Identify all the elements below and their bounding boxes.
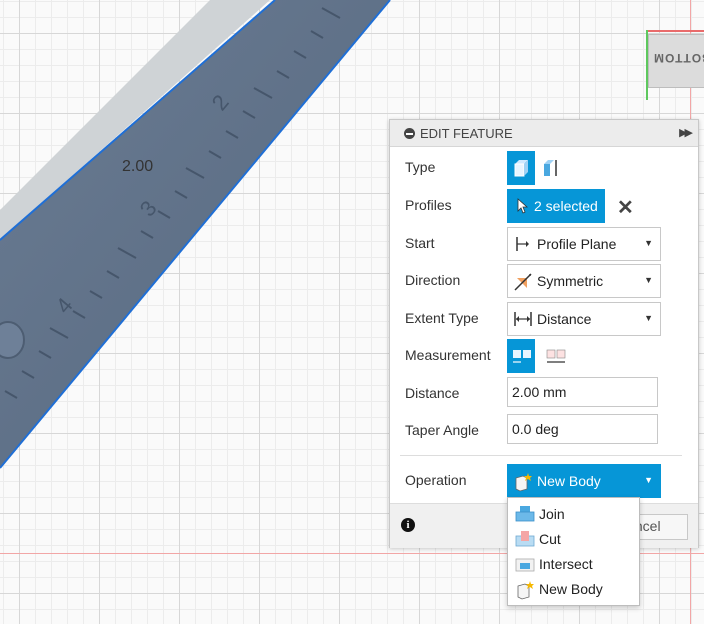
type-label: Type <box>405 159 436 175</box>
cut-icon <box>515 531 535 547</box>
chevron-down-icon: ▼ <box>644 238 653 248</box>
menu-item-label: Join <box>539 506 565 522</box>
measurement-symmetric-half-button[interactable] <box>507 339 535 373</box>
row-type: Type <box>390 151 698 185</box>
viewcube[interactable]: BOTTOM <box>648 34 704 88</box>
row-start: Start Profile Plane ▼ <box>390 227 698 261</box>
extent-type-label: Extent Type <box>405 310 479 326</box>
chevron-down-icon: ▼ <box>644 275 653 285</box>
new-body-icon <box>517 581 534 600</box>
row-measurement: Measurement <box>390 339 698 373</box>
direction-dropdown[interactable]: Symmetric ▼ <box>507 264 661 298</box>
start-label: Start <box>405 235 435 251</box>
expand-panel-icon[interactable]: ▶▶ <box>679 126 693 139</box>
row-direction: Direction Symmetric ▼ <box>390 264 698 298</box>
direction-value: Symmetric <box>537 273 604 289</box>
type-solid-button[interactable] <box>507 151 535 185</box>
direction-label: Direction <box>405 272 461 288</box>
row-taper-angle: Taper Angle <box>390 414 698 448</box>
taper-angle-input[interactable] <box>507 414 658 444</box>
measurement-label: Measurement <box>405 347 491 363</box>
start-value: Profile Plane <box>537 236 617 252</box>
profiles-selection-count: 2 selected <box>534 198 598 214</box>
join-icon <box>515 506 535 522</box>
menu-item-intersect[interactable]: Intersect <box>508 551 639 576</box>
whole-length-icon <box>546 349 566 363</box>
edit-feature-panel: EDIT FEATURE ▶▶ Type Profiles 2 selected… <box>389 119 699 548</box>
menu-item-cut[interactable]: Cut <box>508 526 639 551</box>
row-extent-type: Extent Type Distance ▼ <box>390 302 698 336</box>
solid-extrude-icon <box>514 160 528 177</box>
ruler-hole <box>0 321 25 359</box>
extent-type-dropdown[interactable]: Distance ▼ <box>507 302 661 336</box>
panel-header[interactable]: EDIT FEATURE ▶▶ <box>390 120 698 147</box>
profiles-selection-button[interactable]: 2 selected <box>507 189 605 223</box>
clear-selection-icon[interactable]: ✕ <box>617 195 634 220</box>
distance-label: Distance <box>405 385 460 401</box>
distance-input[interactable] <box>507 377 658 407</box>
viewcube-x-axis <box>646 30 704 32</box>
info-icon[interactable]: i <box>401 518 415 532</box>
new-body-icon <box>515 473 532 492</box>
symmetric-icon <box>514 273 532 291</box>
menu-item-label: Intersect <box>539 556 593 572</box>
thin-extrude-icon <box>544 160 557 176</box>
extent-type-value: Distance <box>537 311 592 327</box>
panel-title: EDIT FEATURE <box>420 126 513 141</box>
viewcube-face-label: BOTTOM <box>653 51 704 65</box>
menu-item-label: New Body <box>539 581 603 597</box>
measurement-whole-length-button[interactable] <box>541 339 569 373</box>
collapse-icon[interactable] <box>404 128 415 139</box>
intersect-icon <box>515 558 535 572</box>
profile-plane-icon <box>516 237 529 251</box>
section-divider <box>400 455 682 456</box>
profiles-label: Profiles <box>405 197 452 213</box>
distance-icon <box>514 312 532 326</box>
chevron-down-icon: ▼ <box>644 475 653 485</box>
menu-item-new-body[interactable]: New Body <box>508 576 639 601</box>
operation-dropdown-menu: Join Cut Intersect New Body <box>507 497 640 606</box>
half-length-icon <box>513 350 531 363</box>
menu-item-join[interactable]: Join <box>508 501 639 526</box>
start-dropdown[interactable]: Profile Plane ▼ <box>507 227 661 261</box>
chevron-down-icon: ▼ <box>644 313 653 323</box>
operation-value: New Body <box>537 473 601 489</box>
type-thin-button[interactable] <box>537 151 565 185</box>
row-operation: Operation New Body ▼ <box>390 464 698 498</box>
row-distance: Distance <box>390 377 698 411</box>
cursor-icon <box>517 198 529 214</box>
viewcube-y-axis <box>646 30 648 100</box>
menu-item-label: Cut <box>539 531 561 547</box>
operation-dropdown[interactable]: New Body ▼ <box>507 464 661 498</box>
row-profiles: Profiles 2 selected ✕ <box>390 189 698 223</box>
dimension-label[interactable]: 2.00 <box>122 158 153 176</box>
operation-label: Operation <box>405 472 467 488</box>
taper-angle-label: Taper Angle <box>405 422 479 438</box>
